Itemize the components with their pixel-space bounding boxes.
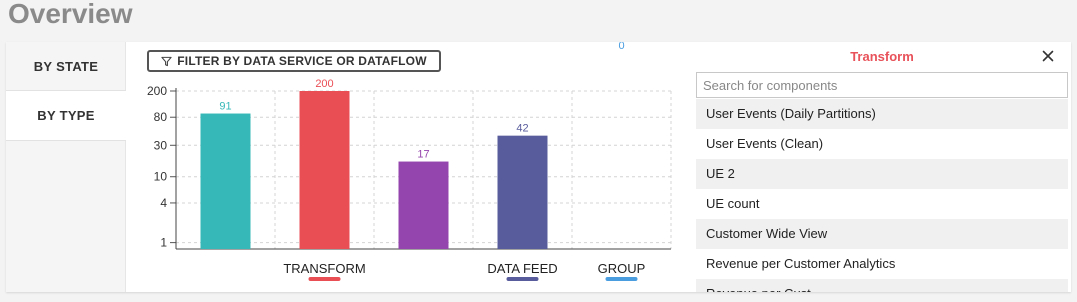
category-label: DATA FEED <box>487 261 557 276</box>
data-label: 17 <box>417 149 429 161</box>
list-item[interactable]: UE count <box>696 189 1068 219</box>
data-label: 91 <box>219 101 231 113</box>
bar <box>299 91 350 249</box>
y-tick-label: 1 <box>160 236 167 250</box>
list-item[interactable]: User Events (Clean) <box>696 129 1068 159</box>
filter-icon <box>161 56 172 66</box>
legend-swatch <box>605 277 638 281</box>
tab-by-type[interactable]: BY TYPE <box>6 91 126 141</box>
list-item[interactable]: User Events (Daily Partitions) <box>696 99 1068 129</box>
bar <box>497 135 548 249</box>
view-tabs: BY STATE BY TYPE <box>6 42 126 292</box>
data-label: 200 <box>315 78 333 90</box>
y-tick-label: 4 <box>160 196 167 210</box>
category-label: TRANSFORM <box>283 261 365 276</box>
filter-button-label: FILTER BY DATA SERVICE OR DATAFLOW <box>177 54 427 68</box>
bar <box>398 161 449 249</box>
filter-button[interactable]: FILTER BY DATA SERVICE OR DATAFLOW <box>147 50 441 72</box>
list-item[interactable]: Customer Wide View <box>696 219 1068 249</box>
page-title: Overview <box>8 0 133 29</box>
data-label: 42 <box>516 123 528 135</box>
close-icon[interactable] <box>1039 47 1057 65</box>
overview-card: BY STATE BY TYPE 1 4 10 30 80 200 91 200 TRANSFO… <box>6 42 1071 292</box>
component-type-chart: 1 4 10 30 80 200 91 200 TRANSFORM 17 42 DATA FEED 0 G… <box>126 42 686 292</box>
category-label: GROUP <box>598 261 646 276</box>
list-item[interactable]: Revenue per Cust... <box>696 279 1068 292</box>
component-list: User Events (Daily Partitions) User Even… <box>696 99 1068 292</box>
list-item[interactable]: UE 2 <box>696 159 1068 189</box>
bar <box>200 113 251 249</box>
list-item[interactable]: Revenue per Customer Analytics <box>696 249 1068 279</box>
panel-title: Transform <box>850 49 914 64</box>
data-label: 0 <box>618 42 624 52</box>
y-tick-label: 80 <box>154 110 168 124</box>
tab-by-state[interactable]: BY STATE <box>6 42 126 91</box>
y-tick-label: 10 <box>154 170 168 184</box>
y-tick-label: 200 <box>147 84 167 98</box>
y-tick-label: 30 <box>154 138 168 152</box>
components-panel: Transform User Events (Daily Partitions)… <box>696 42 1071 292</box>
legend-swatch <box>506 277 539 281</box>
bar-chart: 1 4 10 30 80 200 91 200 TRANSFORM 17 42 DATA FEED 0 G… <box>147 42 672 281</box>
legend-swatch <box>308 277 341 281</box>
component-search-input[interactable] <box>696 72 1068 98</box>
